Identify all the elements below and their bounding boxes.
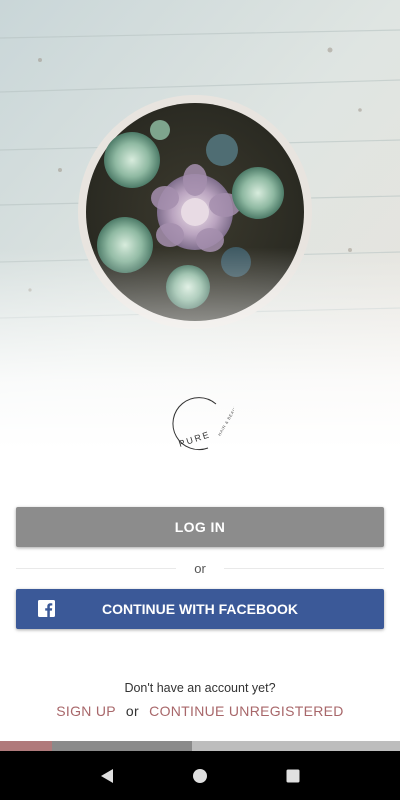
facebook-icon xyxy=(38,600,55,617)
home-circle-icon[interactable] xyxy=(180,756,220,796)
sign-up-link[interactable]: SIGN UP xyxy=(56,703,115,719)
or-divider: or xyxy=(16,560,384,578)
login-button[interactable]: LOG IN xyxy=(16,507,384,547)
back-triangle-icon[interactable] xyxy=(87,756,127,796)
continue-with-facebook-button[interactable]: CONTINUE WITH FACEBOOK xyxy=(16,589,384,629)
page-progress-bar xyxy=(0,741,400,751)
signup-links: SIGN UP or CONTINUE UNREGISTERED xyxy=(0,703,400,719)
login-button-label: LOG IN xyxy=(174,519,226,535)
continue-unregistered-link[interactable]: CONTINUE UNREGISTERED xyxy=(149,703,344,719)
logo-wordmark: PURE xyxy=(177,429,211,449)
progress-segment-1 xyxy=(0,741,52,751)
progress-segment-2 xyxy=(52,741,192,751)
no-account-prompt: Don't have an account yet? xyxy=(124,681,276,695)
system-navigation-bar xyxy=(0,751,400,800)
hero-image xyxy=(0,0,400,450)
pure-logo: PURE HAIR & BEAUTY xyxy=(168,390,240,456)
links-separator: or xyxy=(125,703,139,719)
logo-tagline: HAIR & BEAUTY xyxy=(217,401,234,437)
recents-square-icon[interactable] xyxy=(273,756,313,796)
facebook-button-label: CONTINUE WITH FACEBOOK xyxy=(102,601,298,617)
progress-segment-3 xyxy=(192,741,400,751)
login-screen: PURE HAIR & BEAUTY LOG IN or CONTINUE WI… xyxy=(0,0,400,800)
divider-line-right xyxy=(224,568,384,569)
